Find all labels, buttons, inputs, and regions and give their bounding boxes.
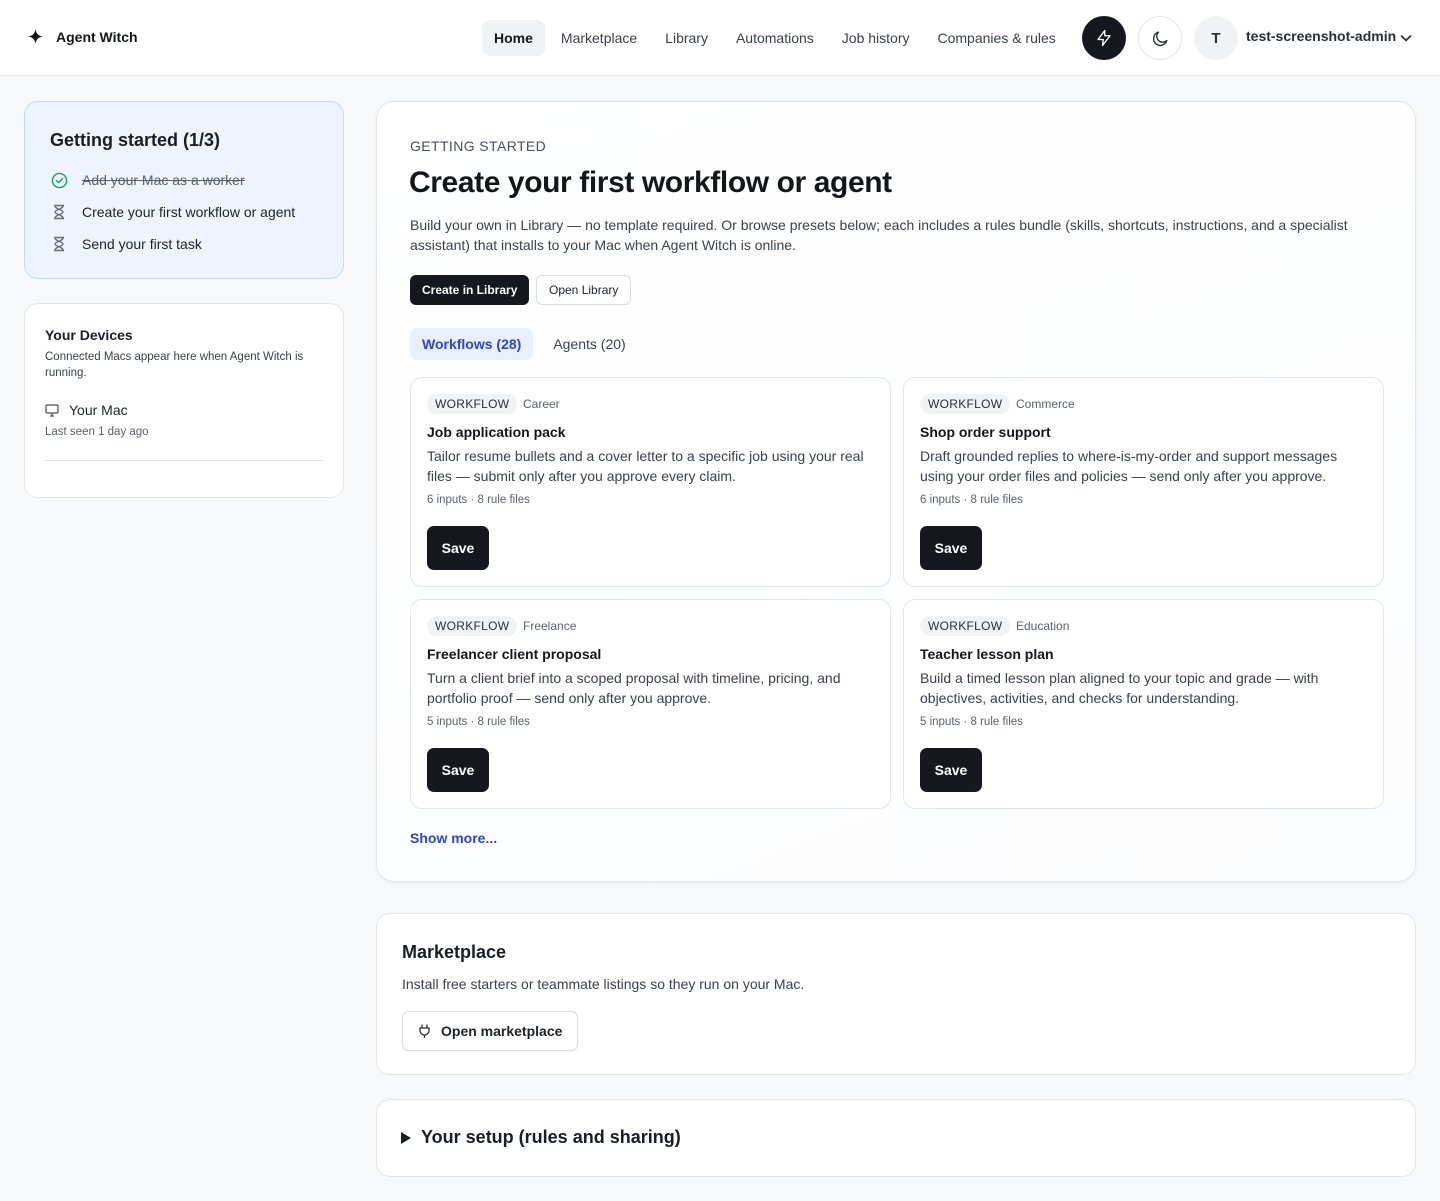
checklist-item-add-mac[interactable]: Add your Mac as a worker [50, 171, 245, 189]
getting-started-title: Getting started (1/3) [50, 130, 221, 150]
workflow-description: Tailor resume bullets and a cover letter… [427, 448, 864, 484]
nav-companies-rules[interactable]: Companies & rules [926, 20, 1068, 56]
open-library-button[interactable]: Open Library [536, 275, 632, 305]
main-nav: Home Marketplace Library Automations Job… [482, 20, 1068, 56]
user-name[interactable]: test-screenshot-admin [1246, 28, 1396, 44]
marketplace-title: Marketplace [402, 942, 507, 962]
moon-icon [1152, 30, 1168, 46]
workflow-tag: WORKFLOW [920, 616, 1011, 636]
devices-card: Your Devices Connected Macs appear here … [24, 303, 344, 498]
workflow-title: Shop order support [920, 424, 1051, 440]
nav-job-history[interactable]: Job history [830, 20, 922, 56]
save-button[interactable]: Save [920, 526, 982, 570]
device-item-your-mac[interactable]: Your Mac [45, 402, 128, 418]
section-kicker: GETTING STARTED [410, 138, 547, 154]
open-marketplace-button[interactable]: Open marketplace [402, 1011, 579, 1051]
theme-toggle-button[interactable] [1138, 16, 1182, 60]
workflow-meta: 6 inputs · 8 rule files [920, 494, 1023, 506]
workflow-card-freelancer-proposal[interactable]: WORKFLOW Freelance Freelancer client pro… [410, 599, 891, 809]
workflow-category: Career [523, 397, 560, 411]
open-marketplace-label: Open marketplace [441, 1023, 563, 1039]
nav-automations[interactable]: Automations [724, 20, 826, 56]
workflow-title: Job application pack [427, 424, 566, 440]
checklist-item-label: Create your first workflow or agent [82, 204, 296, 220]
sparkle-icon [27, 28, 44, 45]
marketplace-panel: Marketplace Install free starters or tea… [376, 913, 1416, 1075]
workflow-title: Teacher lesson plan [920, 646, 1054, 662]
workflow-description: Build a timed lesson plan aligned to you… [920, 670, 1319, 706]
getting-started-card: Getting started (1/3) Add your Mac as a … [24, 101, 344, 279]
page-title: Create your first workflow or agent [409, 166, 892, 199]
check-circle-icon [51, 172, 67, 188]
setup-panel: Your setup (rules and sharing) [376, 1099, 1416, 1177]
show-more-link[interactable]: Show more... [410, 830, 497, 846]
nav-home[interactable]: Home [482, 20, 545, 56]
workflow-card-teacher-lesson[interactable]: WORKFLOW Education Teacher lesson plan B… [903, 599, 1384, 809]
workflow-card-job-application[interactable]: WORKFLOW Career Job application pack Tai… [410, 377, 891, 587]
plug-icon [419, 1024, 430, 1038]
checklist-item-create-workflow[interactable]: Create your first workflow or agent [50, 203, 295, 221]
monitor-icon [45, 403, 59, 417]
workflow-category: Commerce [1016, 397, 1075, 411]
nav-library[interactable]: Library [653, 20, 720, 56]
quick-action-button[interactable] [1082, 16, 1126, 60]
checklist-item-label: Send your first task [82, 236, 202, 252]
user-avatar[interactable]: T [1194, 16, 1238, 60]
workflow-category: Education [1016, 619, 1070, 633]
devices-title: Your Devices [45, 327, 133, 343]
save-button[interactable]: Save [427, 526, 489, 570]
marketplace-description: Install free starters or teammate listin… [402, 976, 805, 992]
tab-agents[interactable]: Agents (20) [541, 328, 637, 360]
workflow-description: Turn a client brief into a scoped propos… [427, 670, 841, 706]
setup-title: Your setup (rules and sharing) [421, 1127, 681, 1147]
device-name: Your Mac [69, 402, 128, 418]
workflow-title: Freelancer client proposal [427, 646, 602, 662]
page-description: Build your own in Library — no template … [410, 217, 1348, 253]
device-last-seen: Last seen 1 day ago [45, 426, 149, 438]
lightning-bolt-icon [1097, 29, 1111, 47]
workflow-category: Freelance [523, 619, 577, 633]
create-in-library-button[interactable]: Create in Library [410, 275, 530, 305]
nav-marketplace[interactable]: Marketplace [549, 20, 649, 56]
save-button[interactable]: Save [920, 748, 982, 792]
checklist-item-send-task[interactable]: Send your first task [50, 235, 202, 253]
getting-started-panel: GETTING STARTED Create your first workfl… [376, 101, 1416, 882]
disclosure-triangle-icon [401, 1131, 411, 1144]
top-bar: Agent Witch Home Marketplace Library Aut… [0, 0, 1440, 76]
tab-workflows[interactable]: Workflows (28) [410, 328, 534, 360]
workflow-card-shop-order[interactable]: WORKFLOW Commerce Shop order support Dra… [903, 377, 1384, 587]
hourglass-icon [54, 236, 64, 252]
workflow-meta: 5 inputs · 8 rule files [920, 716, 1023, 728]
checklist-item-label: Add your Mac as a worker [82, 172, 245, 188]
setup-disclosure-toggle[interactable]: Your setup (rules and sharing) [401, 1127, 681, 1148]
divider [45, 460, 323, 461]
brand-logo[interactable]: Agent Witch [27, 28, 138, 45]
workflow-meta: 6 inputs · 8 rule files [427, 494, 530, 506]
brand-name: Agent Witch [56, 28, 138, 45]
save-button[interactable]: Save [427, 748, 489, 792]
workflow-tag: WORKFLOW [427, 394, 518, 414]
workflow-meta: 5 inputs · 8 rule files [427, 716, 530, 728]
workflow-tag: WORKFLOW [920, 394, 1011, 414]
workflow-tag: WORKFLOW [427, 616, 518, 636]
workflow-description: Draft grounded replies to where-is-my-or… [920, 448, 1338, 484]
hourglass-icon [54, 204, 64, 220]
chevron-down-icon[interactable] [1399, 31, 1413, 45]
devices-subtitle: Connected Macs appear here when Agent Wi… [45, 351, 304, 379]
preset-tabs: Workflows (28) Agents (20) [410, 328, 638, 360]
